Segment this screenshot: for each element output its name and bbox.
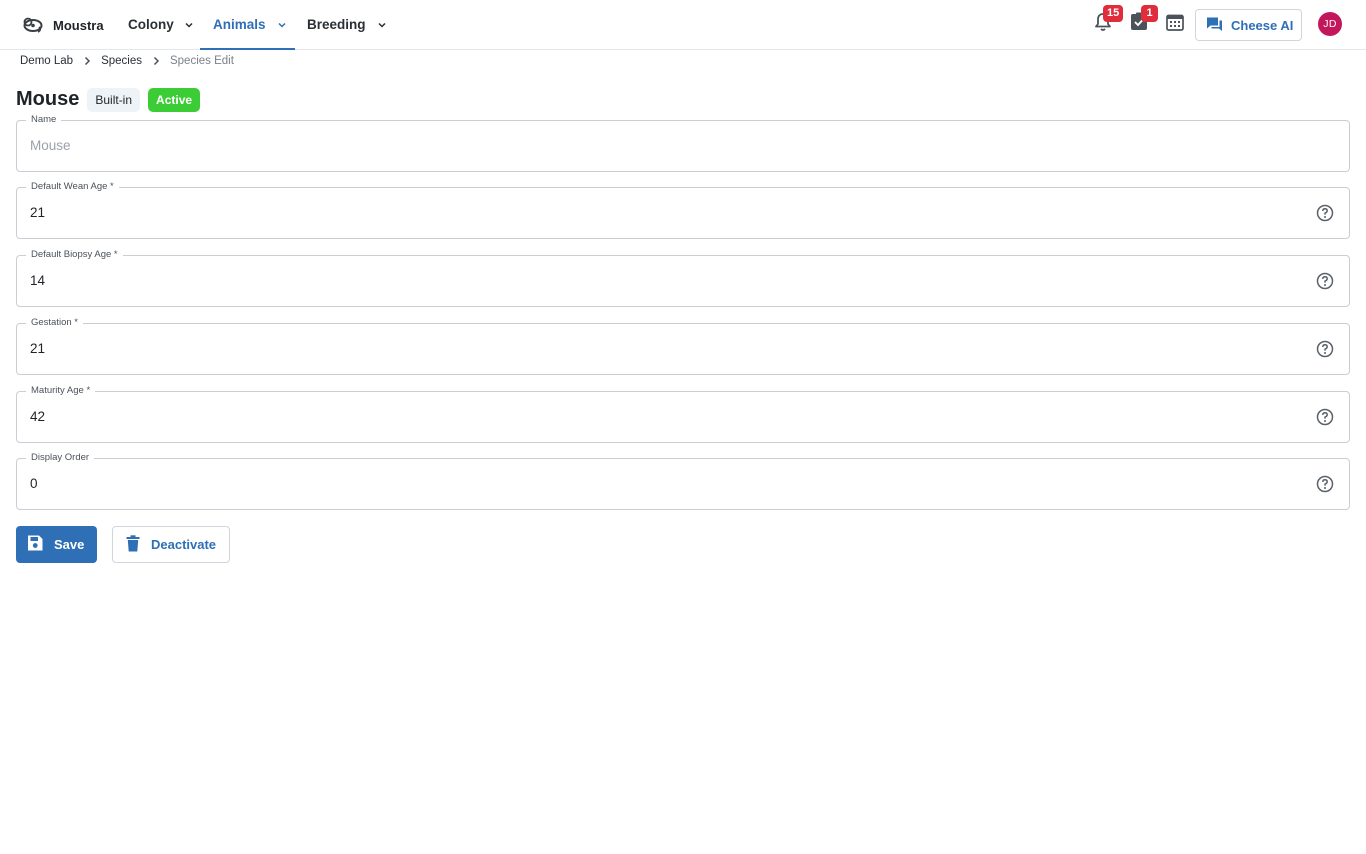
chevron-down-icon (277, 20, 287, 30)
help-circle-icon[interactable] (1316, 340, 1334, 358)
name-field-label: Name (26, 114, 62, 126)
breadcrumb-species[interactable]: Species (101, 55, 142, 67)
default-wean-age-label: Default Wean Age * (26, 181, 119, 193)
brand[interactable]: Moustra (22, 14, 104, 36)
status-badge: Active (148, 87, 201, 112)
default-biopsy-age-field: Default Biopsy Age * (16, 249, 1350, 307)
gestation-field: Gestation * (16, 317, 1350, 375)
maturity-age-field: Maturity Age * (16, 385, 1350, 443)
notifications-count-badge: 15 (1103, 5, 1124, 22)
display-order-field: Display Order (16, 452, 1350, 510)
chat-icon (1206, 16, 1223, 35)
help-circle-icon[interactable] (1316, 204, 1334, 222)
page-title: Mouse (16, 88, 80, 110)
chevron-right-icon (152, 56, 160, 66)
avatar[interactable]: JD (1318, 12, 1342, 36)
save-label: Save (54, 537, 85, 552)
name-field: Name (16, 114, 1350, 172)
chevron-down-icon (377, 20, 387, 30)
help-circle-icon[interactable] (1316, 475, 1334, 493)
nav-colony-label: Colony (128, 17, 174, 32)
top-navbar: Moustra Colony Animals Breeding 15 1 Che… (0, 0, 1366, 50)
default-biopsy-age-input[interactable] (30, 273, 1270, 288)
moustra-logo-icon (22, 17, 44, 33)
calendar-button[interactable] (1163, 12, 1187, 36)
display-order-input[interactable] (30, 476, 1270, 491)
nav-breeding-label: Breeding (307, 17, 366, 32)
nav-colony[interactable]: Colony (128, 0, 194, 49)
tasks-count-badge: 1 (1141, 5, 1158, 22)
default-wean-age-field: Default Wean Age * (16, 181, 1350, 239)
gestation-input[interactable] (30, 341, 1270, 356)
help-circle-icon[interactable] (1316, 272, 1334, 290)
cheese-ai-label: Cheese AI (1231, 17, 1294, 33)
nav-animals[interactable]: Animals (200, 0, 295, 50)
breadcrumb: Demo Lab Species Species Edit (20, 53, 234, 69)
nav-breeding[interactable]: Breeding (307, 0, 387, 49)
brand-name: Moustra (53, 17, 104, 33)
cheese-ai-button[interactable]: Cheese AI (1195, 9, 1302, 41)
maturity-age-input[interactable] (30, 409, 1270, 424)
trash-icon (126, 534, 140, 555)
default-wean-age-input[interactable] (30, 205, 1270, 220)
save-disk-icon (26, 534, 44, 555)
breadcrumb-demo-lab[interactable]: Demo Lab (20, 55, 73, 67)
gestation-label: Gestation * (26, 317, 83, 329)
default-biopsy-age-label: Default Biopsy Age * (26, 249, 123, 261)
help-circle-icon[interactable] (1316, 408, 1334, 426)
display-order-label: Display Order (26, 452, 95, 464)
deactivate-button[interactable]: Deactivate (112, 526, 230, 563)
chevron-right-icon (83, 56, 91, 66)
breadcrumb-current: Species Edit (169, 55, 234, 67)
save-button[interactable]: Save (16, 526, 97, 563)
built-in-tag: Built-in (87, 87, 141, 112)
deactivate-label: Deactivate (151, 537, 217, 552)
page-header: Mouse Built-in Active (16, 87, 201, 112)
chevron-down-icon (184, 20, 194, 30)
nav-animals-label: Animals (213, 17, 266, 32)
calendar-icon (1166, 13, 1184, 36)
maturity-age-label: Maturity Age * (26, 385, 96, 397)
name-input (30, 138, 1270, 153)
